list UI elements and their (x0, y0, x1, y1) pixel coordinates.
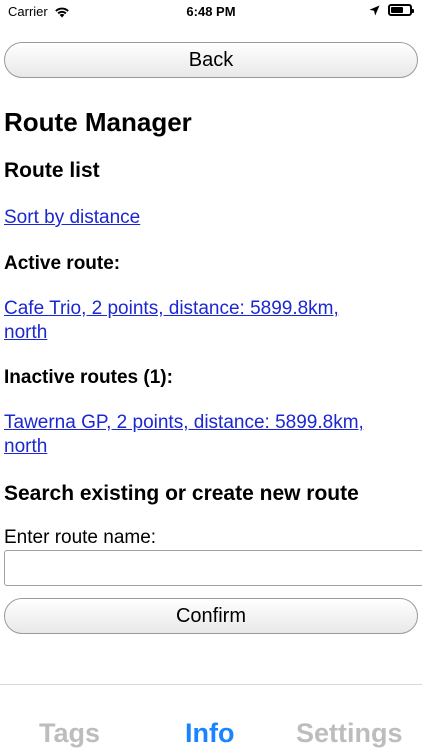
sort-by-distance-link[interactable]: Sort by distance (4, 206, 140, 230)
active-route-line2: north (4, 322, 48, 343)
active-route-line1: Cafe Trio, 2 points, distance: 5899.8km, (4, 298, 339, 319)
tab-info[interactable]: Info (185, 718, 234, 749)
route-name-label: Enter route name: (4, 527, 157, 548)
route-name-input[interactable] (4, 550, 422, 586)
confirm-button[interactable]: Confirm (4, 598, 418, 634)
tab-settings[interactable]: Settings (296, 718, 403, 749)
location-arrow-icon (369, 5, 380, 15)
status-right-icons (369, 4, 414, 16)
active-route-link[interactable]: Cafe Trio, 2 points, distance: 5899.8km,… (4, 297, 339, 345)
inactive-route-line1: Tawerna GP, 2 points, distance: 5899.8km… (4, 412, 364, 433)
battery-icon (388, 4, 414, 16)
tab-bar: Tags Info Settings (0, 684, 422, 750)
status-time: 6:48 PM (186, 4, 236, 19)
inactive-routes-label: Inactive routes (1): (4, 367, 173, 388)
status-bar: Carrier 6:48 PM (0, 0, 422, 24)
page-title: Route Manager (4, 107, 192, 137)
active-route-label: Active route: (4, 253, 121, 274)
back-button[interactable]: Back (4, 42, 418, 78)
inactive-route-link[interactable]: Tawerna GP, 2 points, distance: 5899.8km… (4, 411, 364, 459)
search-heading: Search existing or create new route (4, 482, 359, 505)
inactive-route-line2: north (4, 436, 48, 457)
route-list-heading: Route list (4, 159, 100, 182)
battery-level (391, 7, 403, 13)
tab-tags[interactable]: Tags (39, 718, 100, 749)
